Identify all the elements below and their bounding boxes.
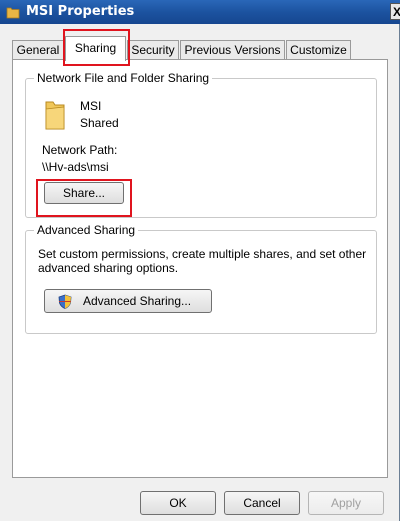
cancel-button[interactable]: Cancel [224,491,300,515]
folder-name: MSI [80,99,102,113]
ok-button[interactable]: OK [140,491,216,515]
apply-button[interactable]: Apply [308,491,384,515]
network-sharing-group-title: Network File and Folder Sharing [34,71,213,85]
tab-sharing[interactable]: Sharing [65,36,126,61]
share-button-label: Share... [62,186,106,200]
tab-customize[interactable]: Customize [286,40,351,60]
close-button[interactable]: X [390,3,400,20]
folder-icon [6,7,20,19]
sharing-status: Shared [80,116,119,130]
advanced-sharing-description-line2: advanced sharing options. [38,261,179,275]
tab-general[interactable]: General [12,40,64,60]
network-path-label: Network Path: [42,143,118,157]
title-bar[interactable]: MSI Properties X [0,0,400,24]
properties-window: MSI Properties X General Sharing Securit… [0,0,400,521]
shield-icon [58,294,72,309]
share-button[interactable]: Share... [44,182,124,204]
tab-previous-versions[interactable]: Previous Versions [180,40,285,60]
advanced-sharing-button-label: Advanced Sharing... [82,294,192,308]
advanced-sharing-group: Advanced Sharing Set custom permissions,… [25,223,377,334]
advanced-sharing-description-line1: Set custom permissions, create multiple … [38,247,367,261]
tab-security[interactable]: Security [127,40,179,60]
window-title: MSI Properties [26,4,135,19]
network-path-value: \\Hv-ads\msi [42,160,109,174]
sharing-panel: Network File and Folder Sharing MSI Shar… [12,59,388,478]
advanced-sharing-button[interactable]: Advanced Sharing... [44,289,212,313]
advanced-sharing-group-title: Advanced Sharing [34,223,139,237]
network-sharing-group: Network File and Folder Sharing MSI Shar… [25,71,377,218]
folder-icon [45,101,65,130]
